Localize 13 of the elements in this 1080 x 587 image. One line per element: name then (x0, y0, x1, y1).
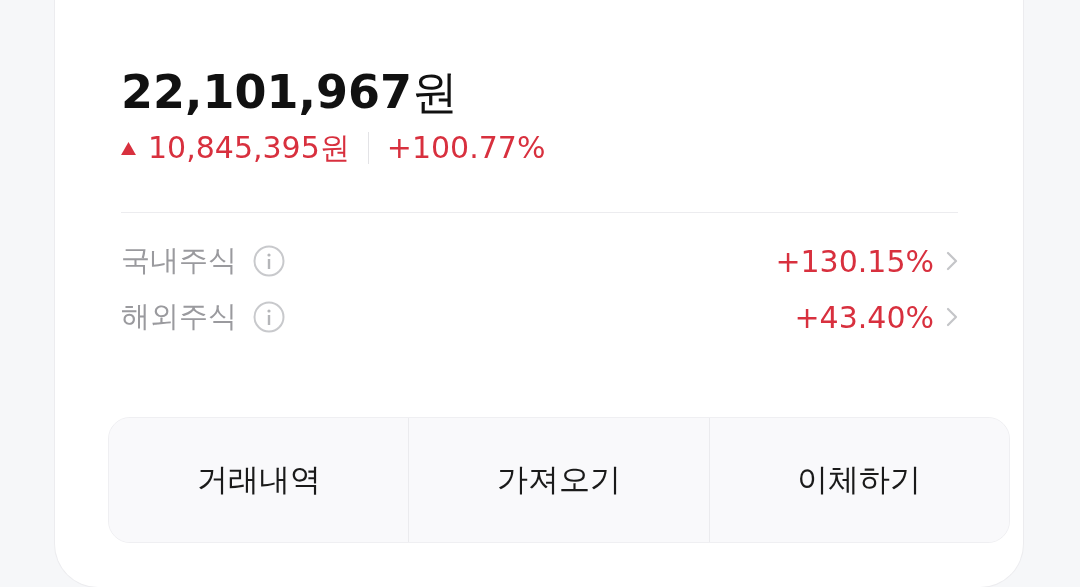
total-amount: 22,101,967원 (121, 64, 458, 121)
category-name: 해외주식 (121, 298, 237, 335)
info-icon[interactable] (253, 245, 285, 277)
info-icon[interactable] (253, 301, 285, 333)
category-rate: +130.15% (775, 243, 934, 279)
category-rate: +43.40% (794, 299, 934, 335)
chevron-right-icon (946, 307, 958, 327)
category-row[interactable]: 해외주식 +43.40% (121, 289, 958, 345)
category-row[interactable]: 국내주식 +130.15% (121, 233, 958, 289)
change-amount: 10,845,395원 (148, 129, 350, 167)
change-rate: +100.77% (386, 129, 546, 167)
category-name: 국내주식 (121, 242, 237, 279)
chevron-right-icon (946, 251, 958, 271)
